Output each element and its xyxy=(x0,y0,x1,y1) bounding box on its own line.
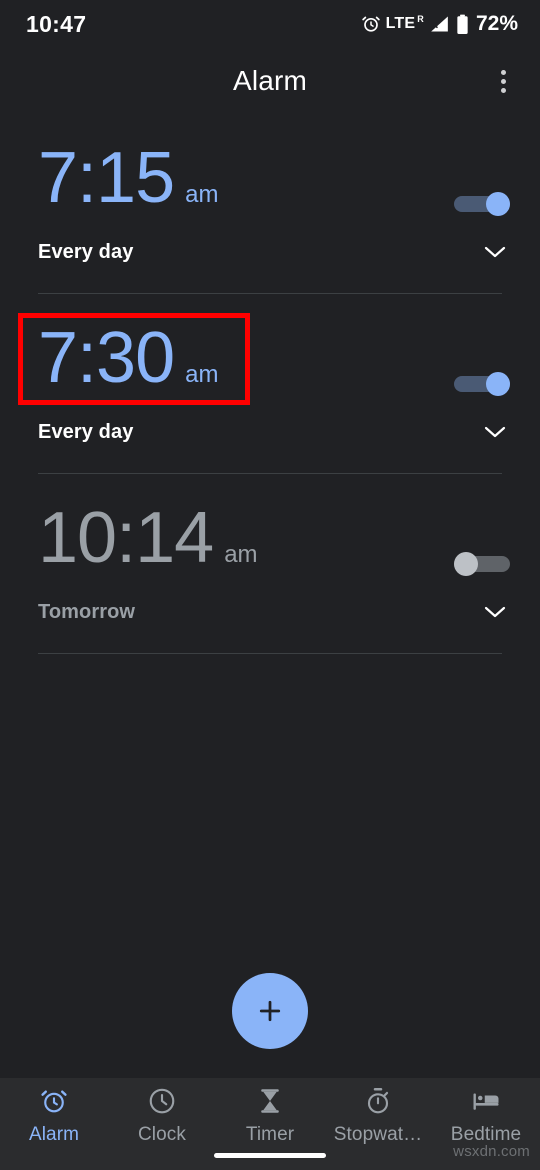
alarm-time-value: 7:15 xyxy=(38,138,175,218)
toggle-knob xyxy=(486,192,510,216)
alarm-time-value: 10:14 xyxy=(38,498,214,578)
alarm-days-label: Tomorrow xyxy=(38,600,136,623)
alarm-schedule-row[interactable]: Every day xyxy=(38,232,510,272)
alarm-meridiem: am xyxy=(224,541,258,568)
alarm-time[interactable]: 7:15 am xyxy=(38,142,218,214)
nav-item-bedtime[interactable]: Bedtime xyxy=(432,1086,540,1146)
dot-icon xyxy=(500,78,506,84)
alarm-toggle[interactable] xyxy=(454,192,510,216)
add-alarm-button[interactable] xyxy=(232,973,308,1049)
alarm-clock-icon xyxy=(39,1086,69,1121)
alarm-row[interactable]: 7:30 am Every day xyxy=(0,294,540,474)
hourglass-icon xyxy=(255,1086,285,1121)
status-bar: 10:47 LTE R 72% xyxy=(0,0,540,48)
dot-icon xyxy=(500,87,506,93)
alarm-meridiem: am xyxy=(185,181,219,208)
list-divider xyxy=(38,653,502,654)
alarm-time-value: 7:30 xyxy=(38,318,175,398)
status-bar-clock: 10:47 xyxy=(26,10,87,37)
alarm-time-area[interactable]: 7:30 am xyxy=(38,312,510,404)
alarm-toggle[interactable] xyxy=(454,552,510,576)
alarm-time-area[interactable]: 10:14 am xyxy=(38,492,510,584)
nav-item-timer[interactable]: Timer xyxy=(216,1086,324,1146)
nav-item-alarm[interactable]: Alarm xyxy=(0,1086,108,1146)
alarm-time[interactable]: 7:30 am xyxy=(38,322,218,394)
app-bar: Alarm xyxy=(0,48,540,114)
dot-icon xyxy=(500,69,506,75)
alarm-days-label: Every day xyxy=(38,240,134,263)
alarm-schedule-row[interactable]: Every day xyxy=(38,412,510,452)
toggle-knob xyxy=(486,372,510,396)
alarm-days-label: Every day xyxy=(38,420,134,443)
nav-item-clock[interactable]: Clock xyxy=(108,1086,216,1146)
home-indicator[interactable] xyxy=(214,1153,326,1158)
chevron-down-icon[interactable] xyxy=(480,597,510,627)
roaming-indicator: R xyxy=(417,14,424,25)
network-type-label: LTE xyxy=(385,15,416,32)
nav-label: Stopwat… xyxy=(333,1124,423,1145)
alarm-time[interactable]: 10:14 am xyxy=(38,502,258,574)
nav-label: Timer xyxy=(245,1124,295,1145)
stopwatch-icon xyxy=(363,1086,393,1121)
alarm-app-screen: 10:47 LTE R 72% Alarm 7:15 am Every day … xyxy=(0,0,540,1170)
signal-icon xyxy=(429,14,450,34)
alarm-list: 7:15 am Every day 7:30 am Every day 10:1… xyxy=(0,114,540,654)
bed-icon xyxy=(471,1086,501,1121)
chevron-down-icon[interactable] xyxy=(480,237,510,267)
status-bar-indicators: LTE R 72% xyxy=(361,12,518,36)
battery-percent-label: 72% xyxy=(475,12,518,35)
nav-label: Alarm xyxy=(28,1124,80,1145)
chevron-down-icon[interactable] xyxy=(480,417,510,447)
plus-icon xyxy=(259,1000,281,1022)
nav-label: Clock xyxy=(137,1124,186,1145)
alarm-row[interactable]: 7:15 am Every day xyxy=(0,114,540,294)
battery-icon xyxy=(455,14,470,35)
page-title: Alarm xyxy=(232,65,308,96)
alarm-schedule-row[interactable]: Tomorrow xyxy=(38,592,510,632)
toggle-knob xyxy=(454,552,478,576)
alarm-time-area[interactable]: 7:15 am xyxy=(38,132,510,224)
bottom-navigation: Alarm Clock Timer Stopwat… Bedtime wsxdn… xyxy=(0,1078,540,1170)
clock-icon xyxy=(147,1086,177,1121)
alarm-meridiem: am xyxy=(185,361,219,388)
nav-item-stopwatch[interactable]: Stopwat… xyxy=(324,1086,432,1146)
overflow-menu-button[interactable] xyxy=(486,64,520,98)
alarm-toggle[interactable] xyxy=(454,372,510,396)
alarm-row[interactable]: 10:14 am Tomorrow xyxy=(0,474,540,654)
watermark: wsxdn.com xyxy=(453,1143,530,1160)
alarm-clock-icon xyxy=(361,14,381,34)
